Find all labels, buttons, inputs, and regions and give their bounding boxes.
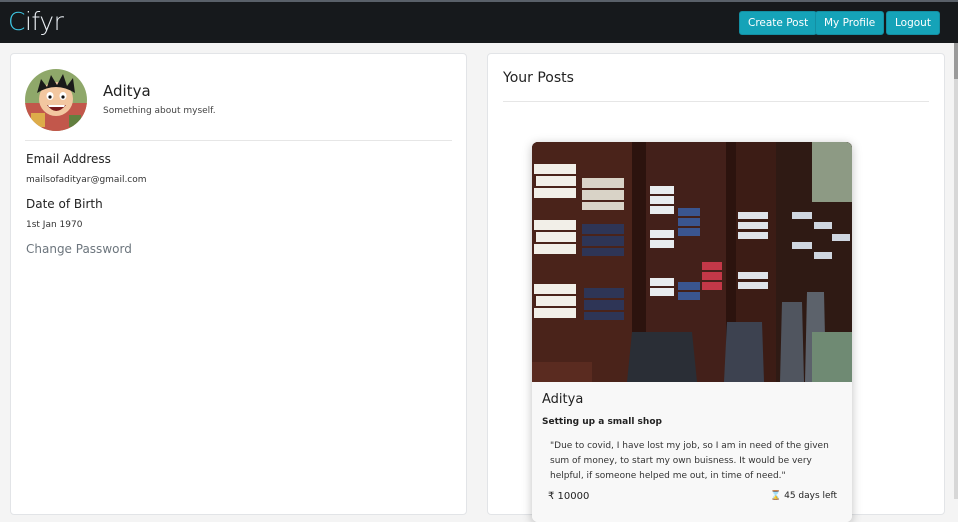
post-author: Aditya bbox=[542, 392, 584, 407]
posts-card: Your Posts Aditya Setting up a small sho… bbox=[487, 53, 945, 522]
top-navbar: Cifyr Create Post My Profile Logout bbox=[0, 2, 958, 43]
brand-logo[interactable]: Cifyr bbox=[8, 6, 64, 38]
avatar[interactable] bbox=[25, 69, 87, 131]
create-post-button[interactable]: Create Post bbox=[739, 11, 818, 35]
avatar-image bbox=[25, 69, 87, 131]
page-scrollbar[interactable] bbox=[954, 43, 958, 499]
email-label: Email Address bbox=[26, 152, 111, 166]
logout-button[interactable]: Logout bbox=[886, 11, 940, 35]
profile-about: Something about myself. bbox=[103, 106, 216, 116]
email-value: mailsofadityar@gmail.com bbox=[26, 175, 147, 185]
post-body: Aditya Setting up a small shop "Due to c… bbox=[532, 382, 852, 522]
change-password-link[interactable]: Change Password bbox=[26, 242, 132, 256]
brand-logo-text: ifyr bbox=[24, 7, 64, 36]
profile-card: Aditya Something about myself. Email Add… bbox=[10, 53, 467, 515]
dob-value: 1st Jan 1970 bbox=[26, 220, 83, 230]
hourglass-icon: ⌛ bbox=[770, 491, 782, 501]
posts-heading: Your Posts bbox=[503, 70, 574, 86]
post-card[interactable]: Aditya Setting up a small shop "Due to c… bbox=[532, 142, 852, 522]
profile-name: Aditya bbox=[103, 82, 151, 100]
post-amount: ₹ 10000 bbox=[548, 491, 590, 502]
post-days-left: ⌛ 45 days left bbox=[770, 491, 837, 501]
dob-label: Date of Birth bbox=[26, 197, 103, 211]
divider bbox=[503, 101, 929, 102]
my-profile-button[interactable]: My Profile bbox=[815, 11, 885, 35]
post-title: Setting up a small shop bbox=[542, 417, 662, 427]
scrollbar-thumb[interactable] bbox=[954, 43, 958, 79]
post-image[interactable] bbox=[532, 142, 852, 382]
brand-logo-initial: C bbox=[8, 7, 25, 36]
divider bbox=[25, 140, 452, 141]
post-days-left-label: 45 days left bbox=[784, 491, 838, 501]
post-description: "Due to covid, I have lost my job, so I … bbox=[550, 441, 829, 481]
